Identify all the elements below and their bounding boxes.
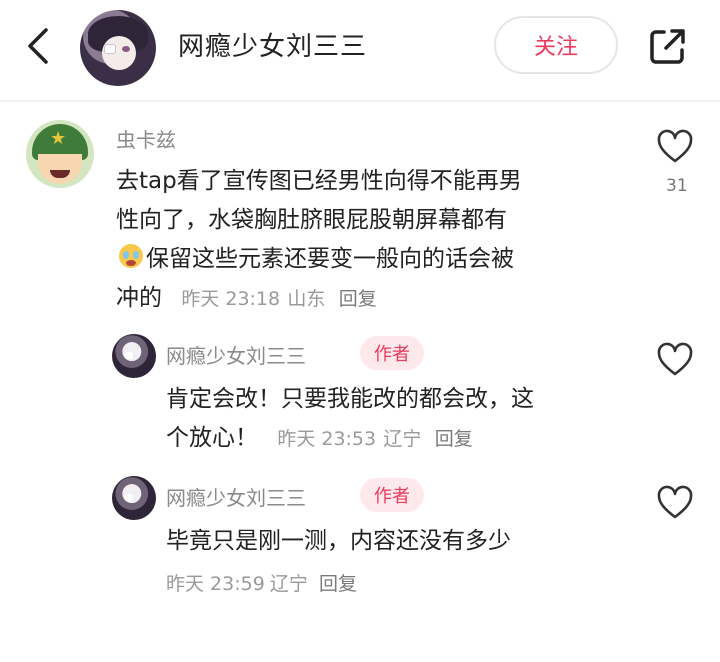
reply-text: 毕竟只是刚一测，内容还没有多少 <box>166 522 636 561</box>
comment-line: 保留这些元素还要变一般向的话会被 <box>116 240 636 279</box>
comment-username[interactable]: 虫卡兹 <box>116 124 176 153</box>
heart-outline-icon <box>657 342 693 376</box>
reply-meta: 昨天 23:59 辽宁 回复 <box>166 570 357 599</box>
top-bar: 网瘾少女刘三三 关注 <box>0 0 720 96</box>
comment-time: 昨天 23:53 <box>277 428 377 450</box>
comment-line-text: 保留这些元素还要变一般向的话会被 <box>146 246 514 272</box>
author-badge: 作者 <box>360 478 424 512</box>
reply-username[interactable]: 网瘾少女刘三三 <box>166 340 306 369</box>
comment-line: 肯定会改！只要我能改的都会改，这 <box>166 386 534 412</box>
reply-text: 肯定会改！只要我能改的都会改，这 个放心！ 昨天 23:53 辽宁 回复 <box>166 380 636 459</box>
follow-button[interactable]: 关注 <box>494 16 618 74</box>
comment-time: 昨天 23:59 <box>166 573 265 595</box>
commenter-avatar[interactable]: ★ <box>26 120 94 188</box>
like-button[interactable] <box>655 127 695 167</box>
share-button[interactable] <box>646 24 690 68</box>
share-icon <box>650 29 685 64</box>
header-divider <box>0 100 720 102</box>
like-button[interactable] <box>655 340 695 380</box>
author-avatar[interactable] <box>112 476 156 520</box>
comment-time: 昨天 23:18 <box>181 288 281 310</box>
comment-location: 山东 <box>287 288 326 310</box>
crying-face-emoji <box>116 243 146 269</box>
comment-location: 辽宁 <box>269 573 308 595</box>
comment-line: 去tap看了宣传图已经男性向得不能再男 <box>116 168 522 194</box>
comment-line: 毕竟只是刚一测，内容还没有多少 <box>166 528 511 554</box>
heart-outline-icon <box>657 129 693 163</box>
profile-avatar[interactable] <box>80 10 156 86</box>
comment-location: 辽宁 <box>383 428 422 450</box>
chevron-left-icon <box>28 28 48 64</box>
profile-name[interactable]: 网瘾少女刘三三 <box>178 26 367 63</box>
comment-line-text: 个放心！ <box>166 425 258 451</box>
comment-line: 性向了，水袋胸肚脐眼屁股朝屏幕都有 <box>116 207 507 233</box>
comment-line-text: 冲的 <box>116 285 162 311</box>
reply-button[interactable]: 回复 <box>319 573 357 595</box>
comment-line: 个放心！ 昨天 23:53 辽宁 回复 <box>166 419 636 459</box>
heart-outline-icon <box>657 485 693 519</box>
like-count: 31 <box>666 176 688 196</box>
comment-text: 去tap看了宣传图已经男性向得不能再男 性向了，水袋胸肚脐眼屁股朝屏幕都有 保留… <box>116 162 636 319</box>
comment-line: 冲的 昨天 23:18 山东 回复 <box>116 279 636 319</box>
reply-button[interactable]: 回复 <box>339 288 377 310</box>
like-button[interactable] <box>655 483 695 523</box>
author-avatar[interactable] <box>112 334 156 378</box>
reply-button[interactable]: 回复 <box>435 428 473 450</box>
author-badge: 作者 <box>360 336 424 370</box>
reply-username[interactable]: 网瘾少女刘三三 <box>166 482 306 511</box>
back-button[interactable] <box>20 24 60 68</box>
